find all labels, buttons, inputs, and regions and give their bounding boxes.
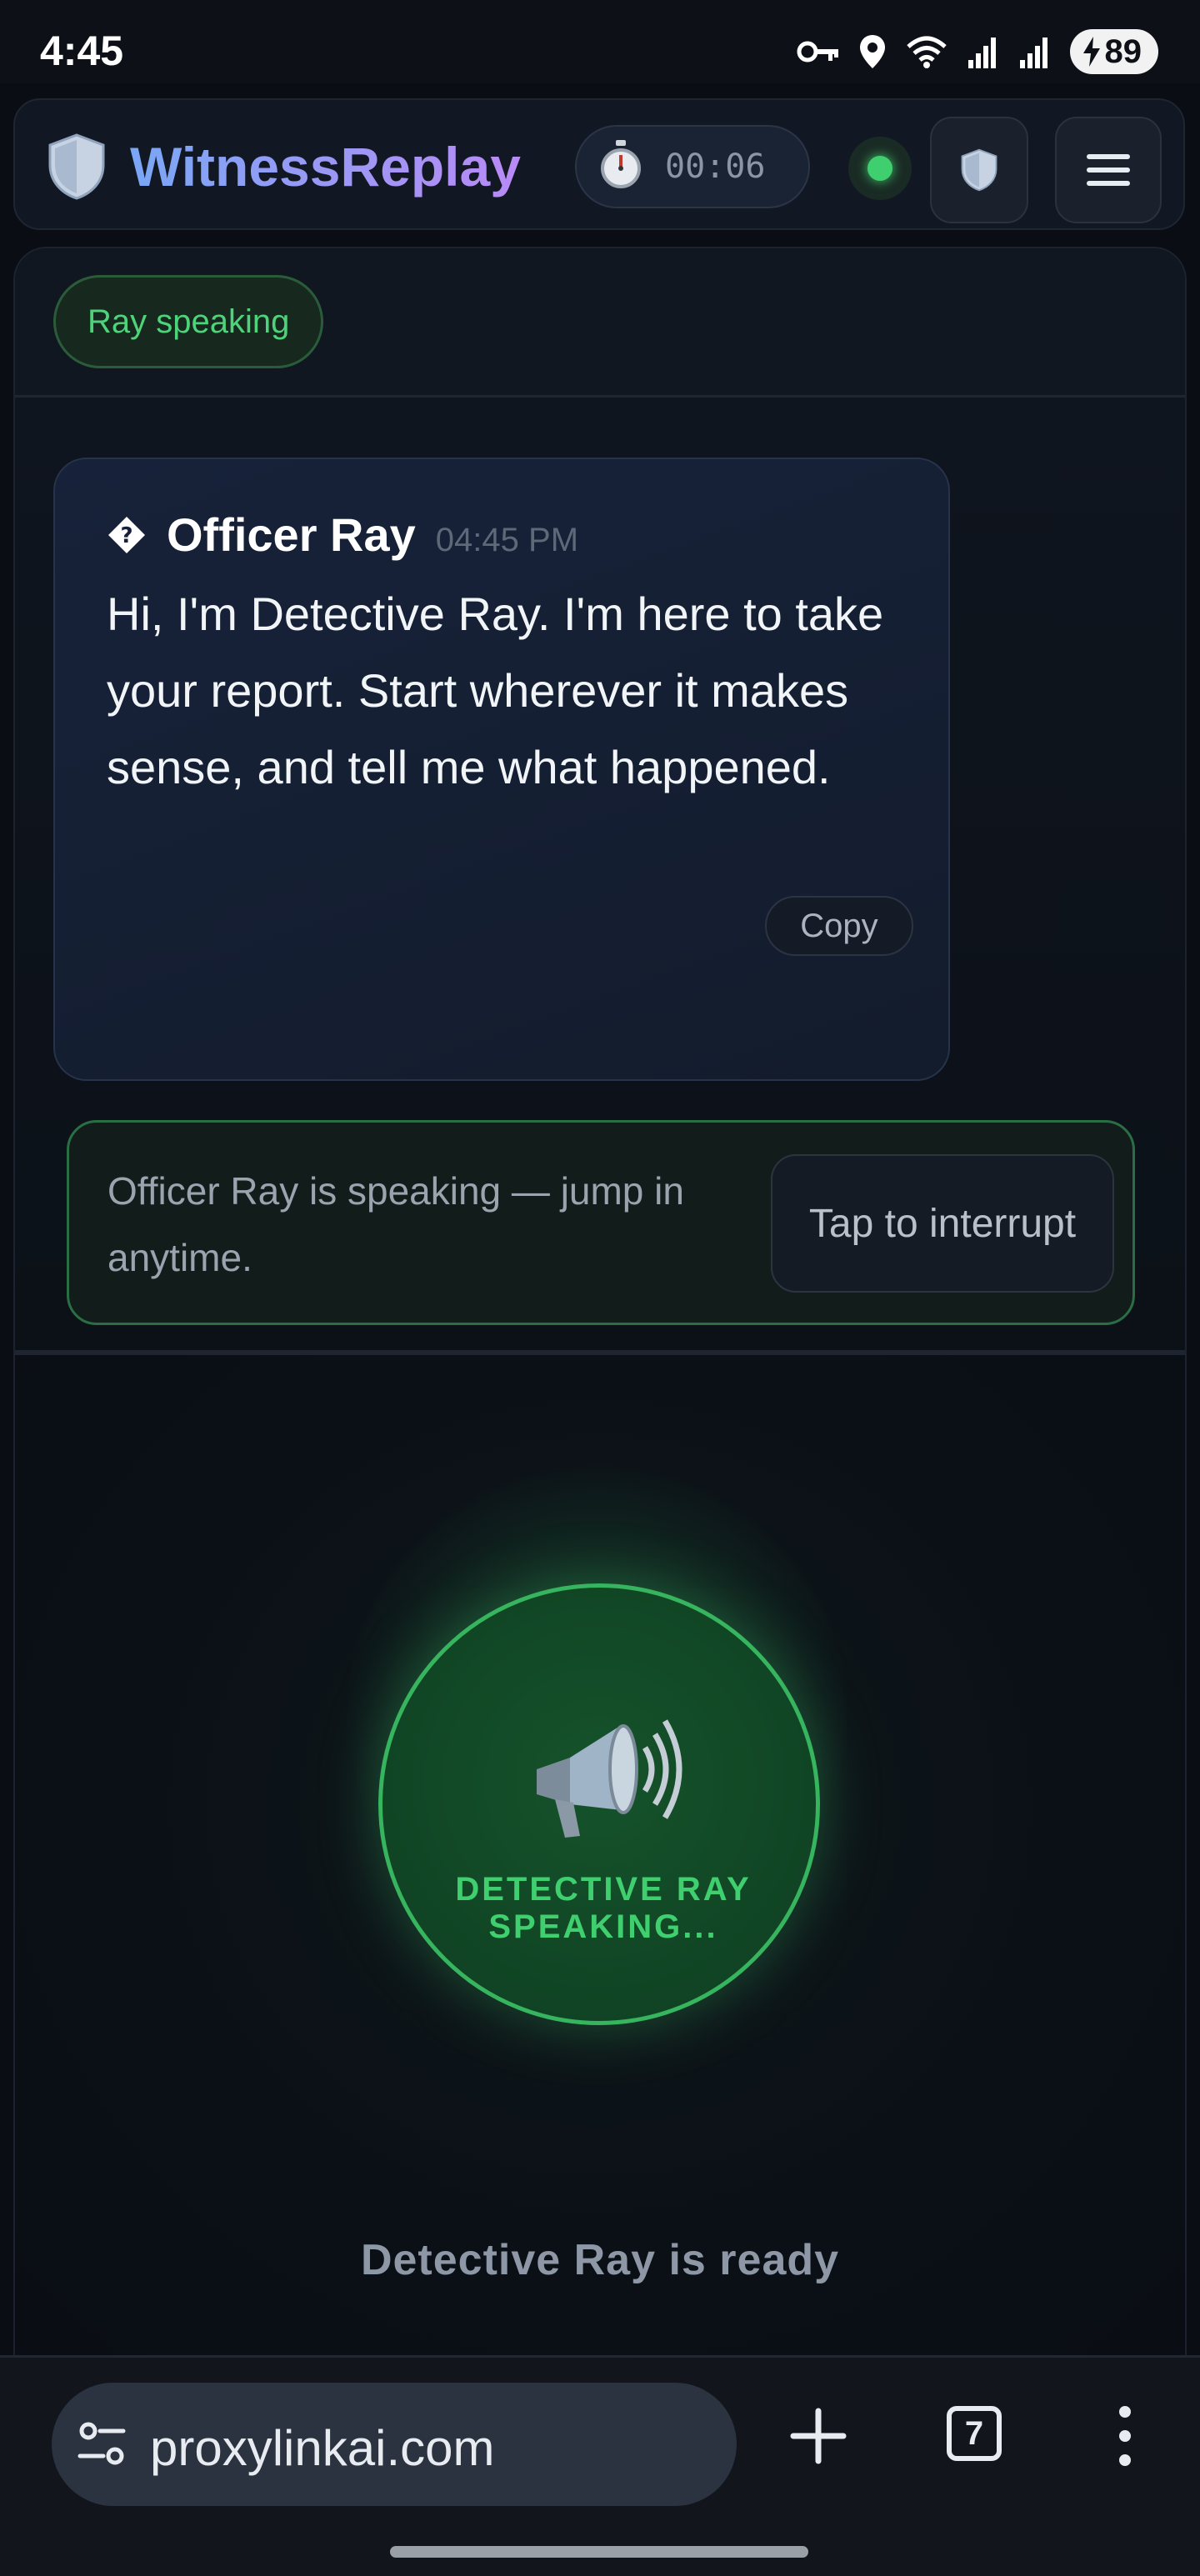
message-header: ? Officer Ray 04:45 PM [107,508,578,562]
url-text: proxylinkai.com [150,2420,495,2476]
unknown-glyph-icon: ? [108,516,145,553]
connection-dot-icon [868,156,892,181]
browser-toolbar: proxylinkai.com 7 [0,2355,1200,2576]
home-indicator[interactable] [390,2546,808,2558]
vpn-key-icon [797,38,840,66]
battery-level: 89 [1104,33,1142,70]
connection-status [848,137,912,200]
signal-icon [967,35,1000,68]
stopwatch-icon [598,139,643,194]
shield-icon [961,148,998,192]
menu-button[interactable] [1055,117,1162,223]
location-icon [858,33,887,70]
session-timer: 00:06 [575,125,810,208]
status-icons: 89 [797,28,1158,75]
battery-indicator: 89 [1069,29,1158,74]
interview-panel: Ray speaking ? Officer Ray 04:45 PM Hi, … [13,247,1187,2355]
plus-icon [790,2408,847,2464]
app-header: WitnessReplay 00:06 [13,98,1185,230]
svg-text:?: ? [120,523,132,548]
voice-status-label: DETECTIVE RAY SPEAKING... [455,1871,752,1945]
timer-value: 00:06 [665,148,766,186]
shield-button[interactable] [930,117,1028,223]
wifi-icon [905,35,948,68]
app-title: WitnessReplay [130,136,521,198]
interrupt-button[interactable]: Tap to interrupt [771,1154,1114,1293]
ready-status: Detective Ray is ready [360,2236,840,2284]
more-options-icon[interactable] [1108,2406,1142,2466]
charging-icon [1082,37,1100,67]
message-sender: Officer Ray [167,508,416,561]
site-settings-icon[interactable] [77,2421,127,2472]
message-timestamp: 04:45 PM [435,522,579,558]
signal-icon [1018,35,1052,68]
message-text: Hi, I'm Detective Ray. I'm here to take … [107,588,884,793]
message-bubble: ? Officer Ray 04:45 PM Hi, I'm Detective… [53,458,950,1081]
interrupt-hint: Officer Ray is speaking — jump in anytim… [108,1169,684,1279]
system-status-bar: 4:45 89 [0,0,1200,83]
new-tab-button[interactable] [788,2406,848,2466]
voice-button[interactable]: DETECTIVE RAY SPEAKING... [378,1583,820,2025]
address-bar[interactable]: proxylinkai.com [52,2383,737,2506]
copy-button[interactable]: Copy [765,896,913,956]
status-time: 4:45 [40,28,124,74]
interrupt-banner: Officer Ray is speaking — jump in anytim… [67,1120,1135,1325]
session-status-strip: Ray speaking [15,248,1185,398]
voice-area: DETECTIVE RAY SPEAKING... Detective Ray … [15,1355,1185,2355]
tab-switcher-button[interactable]: 7 [947,2406,1002,2461]
hamburger-icon [1087,146,1130,194]
loudspeaker-icon [522,1704,685,1850]
status-badge: Ray speaking [53,275,324,368]
shield-logo-icon [47,133,107,204]
